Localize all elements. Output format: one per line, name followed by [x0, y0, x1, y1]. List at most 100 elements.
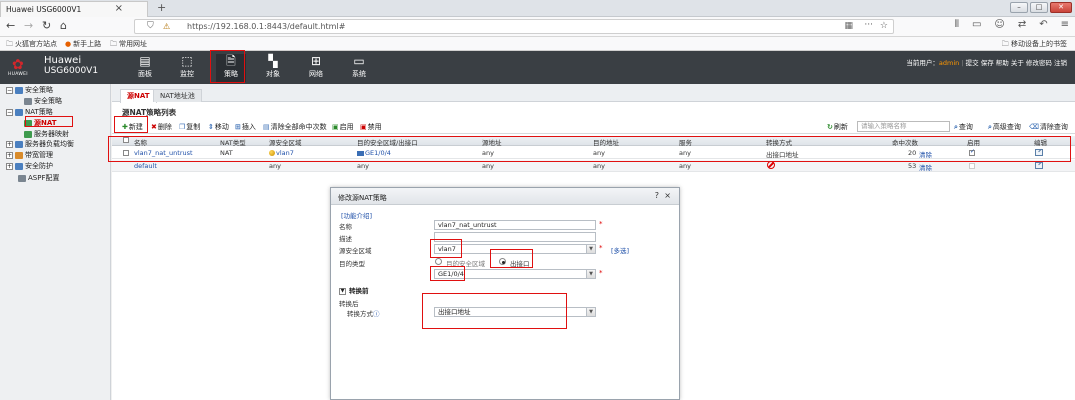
- edit-icon[interactable]: [1035, 162, 1043, 169]
- refresh-button[interactable]: ↻刷新: [827, 122, 848, 132]
- col-enabled[interactable]: 启用: [967, 137, 980, 147]
- insert-button[interactable]: ⊞插入: [235, 122, 256, 132]
- row-enabled-checkbox[interactable]: [969, 148, 975, 156]
- query-button[interactable]: ⌕查询: [954, 122, 973, 132]
- col-dst-addr[interactable]: 目的地址: [593, 137, 619, 147]
- forward-icon[interactable]: →: [24, 20, 33, 32]
- url-bar[interactable]: ⛉ ⚠ https://192.168.0.1:8443/default.htm…: [134, 19, 894, 34]
- new-button[interactable]: ✚新建: [122, 122, 143, 132]
- back-icon[interactable]: ←: [6, 20, 15, 32]
- bookmark-item[interactable]: ● 新手上路: [65, 39, 101, 49]
- info-icon[interactable]: ⓘ: [373, 310, 380, 318]
- table-row[interactable]: default any any any any any 53 清除: [112, 160, 1075, 172]
- row-name[interactable]: vlan7_nat_untrust: [134, 149, 193, 157]
- module-monitor[interactable]: ⬚ 监控: [172, 54, 202, 82]
- help-icon[interactable]: ?: [655, 191, 659, 200]
- col-nat-type[interactable]: NAT类型: [220, 137, 246, 147]
- col-src-zone[interactable]: 源安全区域: [269, 137, 302, 147]
- home-icon[interactable]: ⌂: [60, 20, 67, 32]
- chevron-down-icon[interactable]: ▼: [586, 270, 595, 278]
- copy-button[interactable]: ❐复制: [179, 122, 200, 132]
- tree-item-server-load-balance[interactable]: + 服务器负载均衡: [6, 140, 74, 149]
- row-name[interactable]: default: [134, 162, 157, 170]
- tab-nat-address-pool[interactable]: NAT地址池: [153, 89, 202, 102]
- move-button[interactable]: ⇕移动: [208, 122, 229, 132]
- disable-button[interactable]: ▣禁用: [360, 122, 382, 132]
- translate-mode-select[interactable]: 出接口地址 ▼: [434, 307, 596, 317]
- advanced-query-button[interactable]: ⌕高级查询: [988, 122, 1021, 132]
- row-checkbox[interactable]: [123, 150, 129, 156]
- bookmark-item[interactable]: 🗀 常用网址: [110, 39, 147, 51]
- new-tab-icon[interactable]: +: [157, 1, 166, 14]
- expand-icon[interactable]: +: [6, 162, 13, 170]
- browser-tab[interactable]: Huawei USG6000V1 ×: [0, 1, 148, 17]
- change-password-link[interactable]: 修改密码: [1026, 59, 1052, 67]
- tree-item-server-mapping[interactable]: 服务器映射: [24, 130, 69, 139]
- tab-source-nat[interactable]: 源NAT: [120, 89, 157, 103]
- minimize-icon[interactable]: –: [1010, 2, 1028, 13]
- tree-item-security-policy[interactable]: 安全策略: [24, 97, 62, 106]
- chevron-down-icon[interactable]: ▼: [586, 245, 595, 253]
- module-dashboard[interactable]: ▤ 面板: [130, 54, 160, 82]
- tree-item-bandwidth[interactable]: + 带宽管理: [6, 151, 53, 160]
- sidebar-icon[interactable]: ▭: [972, 19, 981, 30]
- help-link[interactable]: 帮助: [996, 59, 1009, 67]
- row-clear-link[interactable]: 清除: [919, 162, 932, 172]
- feature-intro-link[interactable]: [功能介绍]: [341, 210, 372, 220]
- policy-search-input[interactable]: 请输入策略名称: [857, 121, 950, 132]
- collapse-icon[interactable]: −: [6, 86, 13, 94]
- lock-warning-icon[interactable]: ⚠: [163, 22, 170, 31]
- expand-icon[interactable]: +: [6, 151, 13, 159]
- mobile-bookmarks[interactable]: 🗀 移动设备上的书签: [1002, 39, 1067, 51]
- out-interface-radio[interactable]: [499, 258, 506, 265]
- module-policy[interactable]: 🗎 策略: [216, 54, 246, 82]
- table-row[interactable]: vlan7_nat_untrust NAT vlan7 GE1/0/4 any …: [112, 147, 1075, 159]
- col-src-addr[interactable]: 源地址: [482, 137, 502, 147]
- collapse-icon[interactable]: ▼: [339, 287, 346, 295]
- before-section-header[interactable]: ▼ 转换前: [339, 285, 369, 295]
- description-input[interactable]: [434, 232, 596, 242]
- collapse-icon[interactable]: −: [6, 108, 13, 116]
- menu-icon[interactable]: ≡: [1061, 19, 1069, 30]
- clear-query-button[interactable]: ⌫清除查询: [1029, 122, 1068, 132]
- src-zone-select[interactable]: vlan7 ▼: [434, 244, 596, 254]
- tree-item-nat-policy-group[interactable]: − NAT策略: [6, 108, 53, 117]
- extension-icon[interactable]: ⇄: [1018, 19, 1026, 30]
- submit-link[interactable]: 提交: [966, 59, 979, 67]
- dst-zone-radio[interactable]: [435, 258, 442, 265]
- module-system[interactable]: ▭ 系统: [344, 54, 374, 82]
- row-clear-link[interactable]: 清除: [919, 149, 932, 159]
- select-all-checkbox[interactable]: [123, 137, 129, 143]
- library-icon[interactable]: ⫴: [955, 19, 959, 30]
- col-name[interactable]: 名称: [134, 137, 147, 147]
- name-input[interactable]: vlan7_nat_untrust: [434, 220, 596, 230]
- save-link[interactable]: 保存: [981, 59, 994, 67]
- tree-item-security-protection[interactable]: + 安全防护: [6, 162, 53, 171]
- clear-hits-button[interactable]: ▤清除全部命中次数: [263, 122, 327, 132]
- bookmark-item[interactable]: 🗀 火狐官方站点: [6, 39, 57, 51]
- col-service[interactable]: 服务: [679, 137, 692, 147]
- dst-zone-radio-label[interactable]: 目的安全区域: [446, 258, 485, 268]
- col-hits[interactable]: 命中次数: [892, 137, 918, 147]
- url-text[interactable]: https://192.168.0.1:8443/default.html#: [187, 22, 345, 31]
- tree-item-aspf[interactable]: ASPF配置: [18, 174, 59, 183]
- logout-link[interactable]: 注销: [1054, 59, 1067, 67]
- maximize-icon[interactable]: □: [1030, 2, 1048, 13]
- col-dst-zone-interface[interactable]: 目的安全区域/出接口: [357, 137, 418, 147]
- edit-icon[interactable]: [1035, 149, 1043, 156]
- delete-button[interactable]: ✖删除: [151, 122, 172, 132]
- tree-item-security-policy-group[interactable]: − 安全策略: [6, 86, 53, 95]
- reader-view-icon[interactable]: ▦: [844, 21, 853, 31]
- col-translate[interactable]: 转换方式: [766, 137, 792, 147]
- bookmark-star-icon[interactable]: ☆: [880, 21, 888, 31]
- tree-item-source-nat[interactable]: 源NAT: [24, 119, 57, 128]
- undo-icon[interactable]: ↶: [1039, 19, 1047, 30]
- col-edit[interactable]: 编辑: [1034, 137, 1047, 147]
- more-icon[interactable]: ···: [864, 20, 873, 30]
- window-close-icon[interactable]: ✕: [1050, 2, 1072, 13]
- out-interface-radio-label[interactable]: 出接口: [510, 258, 530, 268]
- chevron-down-icon[interactable]: ▼: [586, 308, 595, 316]
- close-icon[interactable]: ×: [664, 191, 671, 200]
- about-link[interactable]: 关于: [1011, 59, 1024, 67]
- module-network[interactable]: ⊞ 网络: [301, 54, 331, 82]
